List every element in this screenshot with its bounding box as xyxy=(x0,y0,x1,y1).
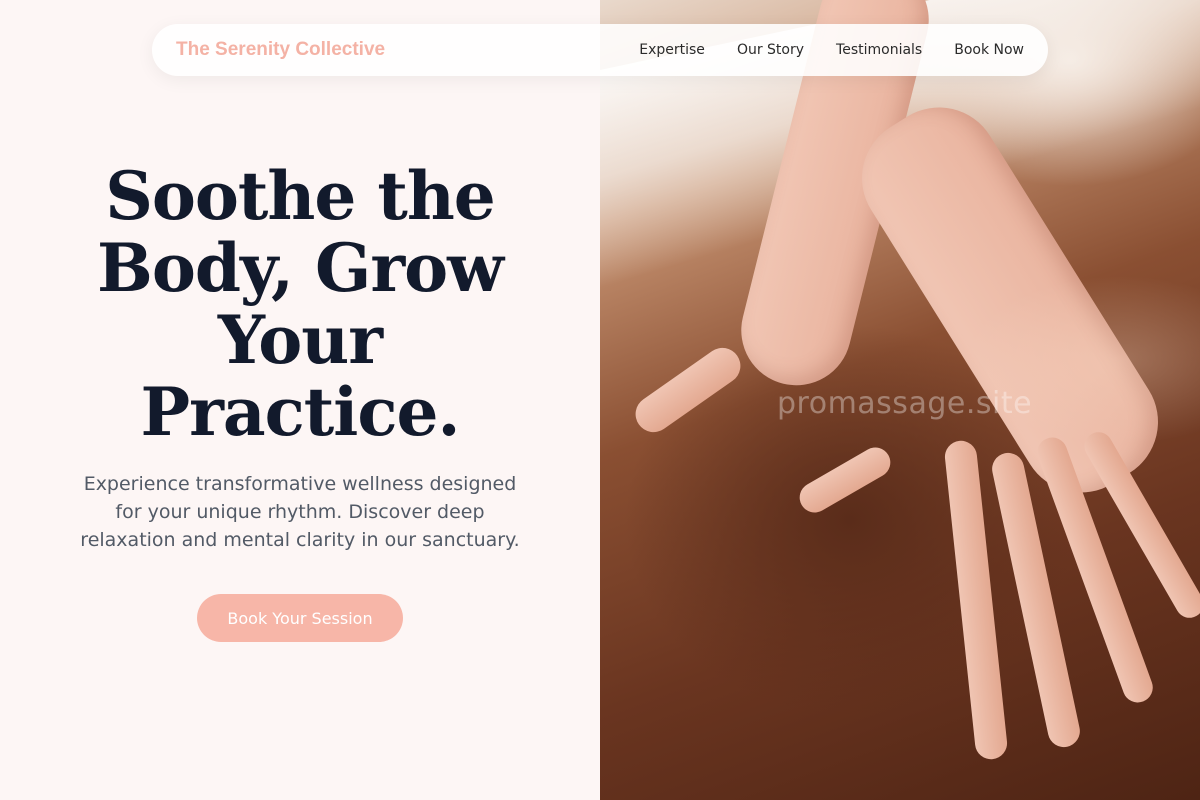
massage-hero-image: promassage.site xyxy=(600,0,1200,800)
nav-link-expertise[interactable]: Expertise xyxy=(639,42,705,58)
book-session-button[interactable]: Book Your Session xyxy=(197,594,403,642)
nav-link-our-story[interactable]: Our Story xyxy=(737,42,804,58)
nav-link-testimonials[interactable]: Testimonials xyxy=(836,42,922,58)
nav-links: Expertise Our Story Testimonials Book No… xyxy=(639,42,1024,58)
nav-link-book-now[interactable]: Book Now xyxy=(954,42,1024,58)
hero-subtext: Experience transformative wellness desig… xyxy=(80,473,520,551)
hero-headline: Soothe the Body, Grow Your Practice. xyxy=(97,157,504,451)
image-watermark: promassage.site xyxy=(777,386,1033,421)
top-navbar: The Serenity Collective Expertise Our St… xyxy=(152,24,1048,76)
brand-logo-link[interactable]: The Serenity Collective xyxy=(176,39,385,61)
